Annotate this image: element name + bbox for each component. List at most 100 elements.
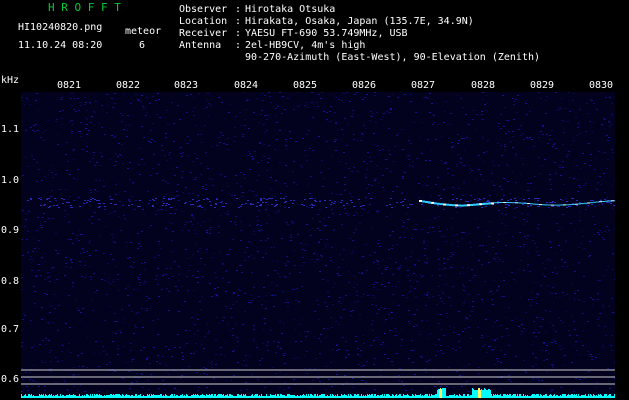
noise-speck <box>159 117 161 118</box>
noise-speck <box>41 257 43 258</box>
noise-speck <box>158 99 160 100</box>
noise-speck <box>345 341 347 342</box>
baseline-bar <box>25 394 26 398</box>
time-tick-label: 0823 <box>174 80 199 91</box>
noise-speck <box>521 331 523 332</box>
noise-speck <box>463 183 465 184</box>
noise-speck <box>439 231 441 232</box>
noise-speck <box>430 333 432 334</box>
noise-speck <box>379 150 381 151</box>
noise-speck <box>459 378 461 379</box>
baseline-bar <box>244 395 245 398</box>
baseline-bar <box>519 394 520 398</box>
noise-speck <box>185 330 187 331</box>
baseline-bar <box>181 395 182 398</box>
noise-speck <box>481 114 483 115</box>
noise-speck <box>337 130 339 131</box>
baseline-bar <box>147 394 148 398</box>
baseline-bar <box>97 394 98 398</box>
baseline-bar <box>232 395 233 398</box>
noise-speck <box>137 248 139 249</box>
noise-speck <box>62 110 64 111</box>
baseline-bar <box>309 396 310 398</box>
noise-speck <box>468 364 470 365</box>
noise-speck <box>197 318 199 319</box>
band-speck <box>241 204 243 205</box>
noise-speck <box>314 368 316 369</box>
noise-speck <box>55 174 57 175</box>
noise-speck <box>608 230 610 231</box>
noise-speck <box>40 225 42 226</box>
noise-speck <box>83 252 85 253</box>
noise-speck <box>206 230 208 231</box>
noise-speck <box>604 231 606 232</box>
noise-speck <box>391 248 393 249</box>
noise-speck <box>606 168 608 169</box>
baseline-bar <box>153 394 154 398</box>
noise-speck <box>377 243 379 244</box>
noise-speck <box>90 192 92 193</box>
noise-speck <box>43 140 45 141</box>
noise-speck <box>235 216 237 217</box>
noise-speck <box>262 318 264 319</box>
noise-speck <box>469 172 471 173</box>
baseline-bar <box>375 394 376 398</box>
noise-speck <box>61 124 63 125</box>
noise-speck <box>562 161 564 162</box>
noise-speck <box>412 234 414 235</box>
noise-speck <box>77 169 79 170</box>
noise-speck <box>44 362 46 363</box>
noise-speck <box>483 152 485 153</box>
noise-speck <box>606 197 608 198</box>
baseline-bar <box>196 395 197 398</box>
noise-speck <box>41 180 43 181</box>
noise-speck <box>564 365 566 366</box>
noise-speck <box>122 163 124 164</box>
noise-speck <box>419 334 421 335</box>
noise-speck <box>125 125 127 126</box>
noise-speck <box>258 122 260 123</box>
noise-speck <box>89 219 91 220</box>
noise-speck <box>286 149 288 150</box>
noise-speck <box>292 222 294 223</box>
noise-speck <box>56 279 58 280</box>
noise-speck <box>87 242 89 243</box>
noise-speck <box>577 191 579 192</box>
band-speck <box>487 200 489 201</box>
noise-speck <box>366 169 368 170</box>
noise-speck <box>188 230 190 231</box>
noise-speck <box>307 331 309 332</box>
baseline-bar <box>238 394 239 398</box>
noise-speck <box>319 271 321 272</box>
baseline-bar <box>299 396 300 398</box>
baseline-bar <box>428 396 429 398</box>
noise-speck <box>109 362 111 363</box>
meteor-label: meteor <box>125 26 162 37</box>
band-speck <box>152 206 154 207</box>
noise-speck <box>165 181 167 182</box>
noise-speck <box>361 380 363 381</box>
noise-speck <box>218 97 220 98</box>
noise-speck <box>68 343 70 344</box>
echo-segment <box>593 201 596 203</box>
noise-speck <box>390 108 392 109</box>
noise-speck <box>554 143 556 144</box>
noise-speck <box>508 131 510 132</box>
noise-speck <box>112 281 114 282</box>
noise-speck <box>555 331 557 332</box>
noise-speck <box>602 307 604 308</box>
noise-speck <box>69 174 71 175</box>
noise-speck <box>253 231 255 232</box>
baseline-bar <box>70 395 71 398</box>
noise-speck <box>352 310 354 311</box>
baseline-bar <box>174 394 175 398</box>
noise-speck <box>204 209 206 210</box>
noise-speck <box>137 289 139 290</box>
baseline-bar <box>522 396 523 398</box>
baseline-bar <box>550 394 551 398</box>
band-speck <box>184 203 186 204</box>
noise-speck <box>112 259 114 260</box>
noise-speck <box>508 379 510 380</box>
noise-speck <box>476 114 478 115</box>
noise-speck <box>611 156 613 157</box>
